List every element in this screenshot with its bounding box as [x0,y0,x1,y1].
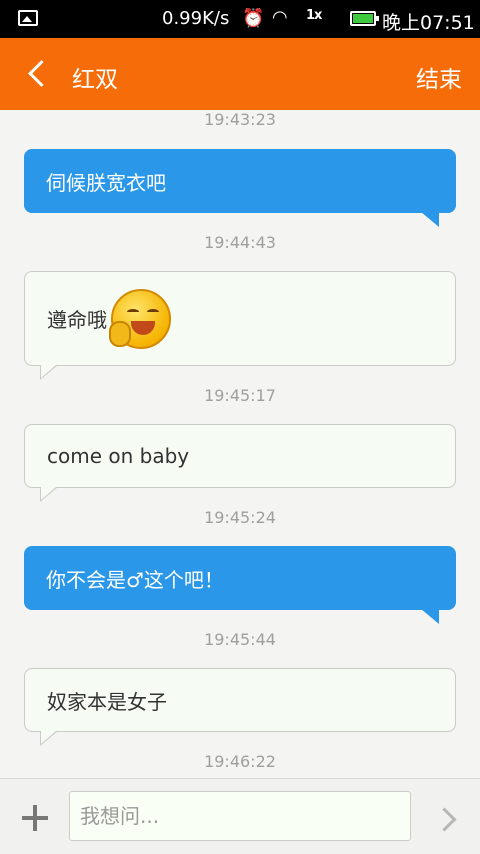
chat-header: 红双 结束 [0,38,480,110]
plus-icon[interactable] [22,805,48,831]
timestamp: 19:45:44 [204,630,276,649]
bubble-tail [421,609,439,624]
network-speed: 0.99K/s [162,8,230,29]
bubble-tail [40,487,58,502]
timestamp: 19:44:43 [204,233,276,252]
end-chat-button[interactable]: 结束 [416,60,462,94]
timestamp: 19:45:17 [204,386,276,405]
battery-icon [350,11,379,26]
message-text: 伺候朕宽衣吧 [46,170,166,195]
input-bar [0,778,480,854]
timestamp: 19:45:24 [204,508,276,527]
bubble-tail [421,212,439,227]
chat-title: 红双 [72,67,118,93]
clock: 晚上07:51 [382,12,475,34]
message-text: 你不会是♂这个吧！ [46,567,224,592]
bubble-tail [40,365,58,380]
alarm-icon: ⏰ [242,8,265,29]
message-text: come on baby [47,444,190,468]
message-text: 奴家本是女子 [47,689,167,714]
message-bubble-sent[interactable]: 伺候朕宽衣吧 [24,149,456,213]
timestamp: 19:43:23 [204,110,276,129]
image-notification-icon [18,10,38,26]
embarrassed-laugh-emoji-icon [109,288,171,349]
status-bar: 0.99K/s ⏰ ◠ 1x 晚上07:51 [0,0,480,38]
message-text: 遵命哦 [47,308,107,332]
timestamp: 19:46:22 [204,752,276,771]
back-icon[interactable] [24,56,54,92]
message-bubble-sent[interactable]: 你不会是♂这个吧！ [24,546,456,610]
message-bubble-received[interactable]: 遵命哦 [24,271,456,366]
message-input[interactable] [69,791,411,841]
bubble-tail [40,731,58,746]
chevron-right-icon[interactable] [436,805,458,833]
signal-indicator: 1x [306,8,322,23]
message-bubble-received[interactable]: come on baby [24,424,456,488]
wifi-icon: ◠ [272,7,288,28]
message-bubble-received[interactable]: 奴家本是女子 [24,668,456,732]
